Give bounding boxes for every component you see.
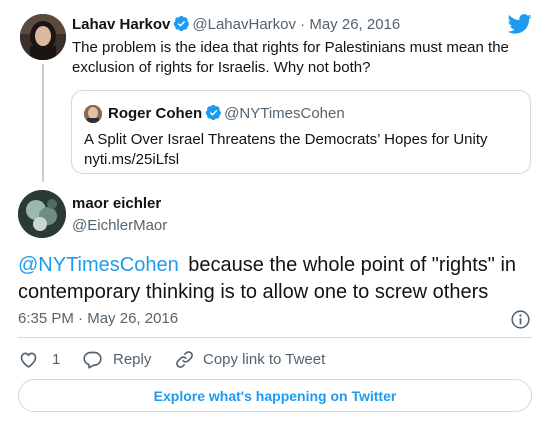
- tweet-date: May 26, 2016: [87, 310, 179, 327]
- reply-label: Reply: [113, 350, 152, 368]
- divider: [18, 337, 532, 338]
- parent-author-name[interactable]: Lahav Harkov: [72, 16, 170, 33]
- heart-icon: [20, 352, 37, 368]
- reply-bubble-icon: [83, 351, 102, 369]
- avatar-image: [20, 14, 66, 60]
- copy-link-button[interactable]: Copy link to Tweet: [174, 347, 325, 371]
- verified-badge-icon: [205, 104, 222, 121]
- parent-tweet-header: Lahav Harkov @LahavHarkov · May 26, 2016: [72, 15, 400, 35]
- avatar-roger-cohen: [84, 105, 102, 123]
- parent-date[interactable]: May 26, 2016: [309, 16, 400, 33]
- tweet-timestamp[interactable]: 6:35 PM · May 26, 2016: [18, 309, 178, 329]
- verified-badge-icon: [174, 15, 190, 32]
- tweet-embed-card: Lahav Harkov @LahavHarkov · May 26, 2016 …: [0, 0, 550, 428]
- link-icon: [176, 350, 193, 368]
- quoted-tweet-text: A Split Over Israel Threatens the Democr…: [84, 131, 488, 148]
- quoted-author-handle: @NYTimesCohen: [224, 105, 345, 122]
- like-count: 1: [52, 350, 61, 368]
- parent-author-handle[interactable]: @LahavHarkov: [192, 16, 296, 33]
- mention-link[interactable]: @NYTimesCohen: [18, 254, 179, 276]
- parent-tweet-text: The problem is the idea that rights for …: [72, 39, 509, 76]
- avatar-image: [18, 190, 66, 238]
- quoted-tweet[interactable]: Roger Cohen @NYTimesCohen A Split Over Is…: [71, 90, 531, 174]
- quoted-author-name: Roger Cohen: [108, 105, 203, 122]
- main-author-name[interactable]: maor eichler: [72, 194, 161, 214]
- tweet-time: 6:35 PM: [18, 310, 74, 327]
- avatar-image: [84, 105, 102, 123]
- avatar-maor-eichler[interactable]: [18, 190, 66, 238]
- avatar-lahav-harkov[interactable]: [20, 14, 66, 60]
- quoted-tweet-link[interactable]: nyti.ms/25iLfsl: [84, 150, 179, 170]
- reply-button[interactable]: Reply: [82, 347, 151, 371]
- timestamp-separator: ·: [78, 310, 84, 327]
- parent-separator: ·: [300, 16, 306, 33]
- copy-link-label: Copy link to Tweet: [203, 350, 326, 368]
- main-tweet-text: @NYTimesCohen because the whole point of…: [18, 252, 538, 306]
- twitter-bird-icon[interactable]: [508, 14, 532, 34]
- main-author-handle[interactable]: @EichlerMaor: [72, 216, 167, 236]
- like-button[interactable]: 1: [18, 347, 60, 371]
- thread-line: [42, 64, 44, 182]
- quoted-tweet-header: Roger Cohen @NYTimesCohen: [108, 104, 345, 124]
- info-icon[interactable]: [510, 309, 531, 330]
- explore-twitter-button[interactable]: Explore what's happening on Twitter: [18, 379, 532, 412]
